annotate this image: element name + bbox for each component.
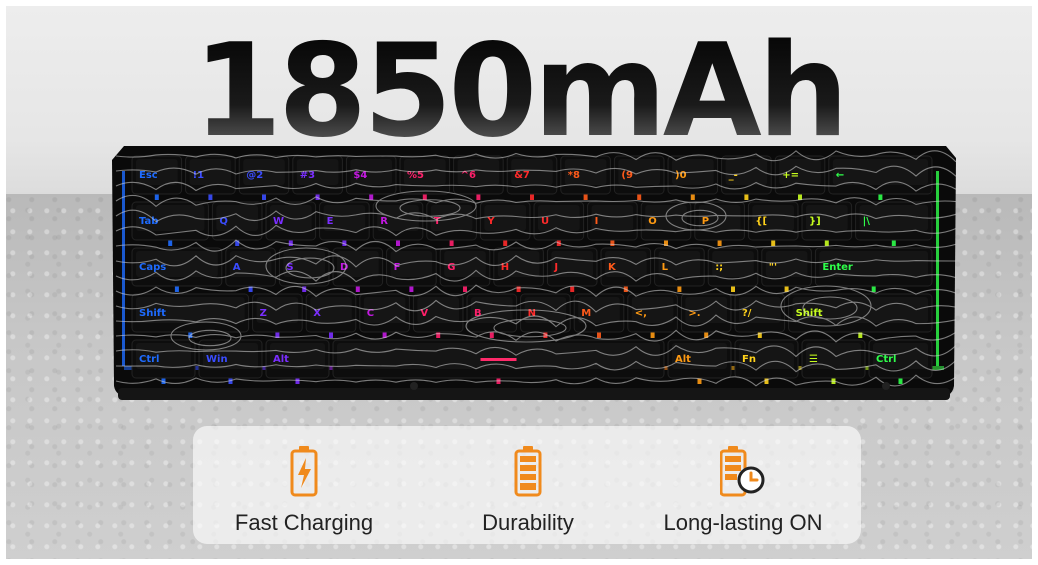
- key-legend: Caps: [139, 262, 166, 273]
- key-legend: |\: [863, 216, 871, 227]
- feature-label: Fast Charging: [234, 510, 374, 535]
- key-legend: Y: [486, 216, 495, 227]
- feature-label: Durability: [482, 510, 574, 535]
- key-legend: *8: [568, 170, 580, 181]
- key-legend: W: [273, 216, 284, 227]
- key-legend: A: [233, 262, 241, 273]
- key-legend: M: [581, 308, 591, 319]
- key-legend: O: [648, 216, 657, 227]
- key-legend: ?/: [742, 308, 752, 319]
- key-legend: U: [541, 216, 549, 227]
- key-legend: Shift: [139, 308, 166, 319]
- key-legend: Alt: [273, 354, 289, 365]
- key-legend: E: [327, 216, 334, 227]
- key-legend: G: [447, 262, 455, 273]
- product-banner: 1850mAh Esc !1 @2 #3 $4 %5 ^6 &7 *8 (9)0 _- += ← Tab Q…: [6, 6, 1032, 559]
- key-legend: Ctrl: [139, 354, 159, 365]
- features-panel: Fast Charging Durability Long-lasting ON: [193, 426, 861, 544]
- key-legend: J: [553, 262, 558, 273]
- key-legend: Ctrl: [876, 354, 896, 365]
- key-legend: Enter: [822, 262, 853, 273]
- key-legend: ☰: [809, 354, 818, 365]
- feature-durability: Durability: [415, 426, 641, 544]
- key-legend: :;: [715, 262, 723, 273]
- spacebar-light: [480, 358, 517, 361]
- key-legend: F: [394, 262, 401, 273]
- key-legend: Win: [206, 354, 228, 365]
- key-legend: Z: [260, 308, 267, 319]
- battery-clock-icon: [719, 444, 766, 503]
- key-legend: }]: [809, 216, 821, 227]
- key-legend: +=: [782, 170, 799, 181]
- key-legend: &7: [514, 170, 530, 181]
- key-legend: "': [769, 262, 777, 273]
- key-legend: L: [662, 262, 669, 273]
- feature-long-lasting: Long-lasting ON: [641, 426, 845, 544]
- feature-fast-charging: Fast Charging: [193, 426, 415, 544]
- key-legend: {[: [755, 216, 767, 227]
- battery-charging-icon: [289, 444, 319, 503]
- key-legend: I: [595, 216, 599, 227]
- key-legend: R: [380, 216, 388, 227]
- key-legend: ←: [836, 170, 844, 181]
- key-legend: _-: [729, 170, 738, 181]
- feature-label: Long-lasting ON: [663, 510, 823, 535]
- battery-full-icon: [513, 444, 543, 503]
- key-legend: )0: [675, 170, 687, 181]
